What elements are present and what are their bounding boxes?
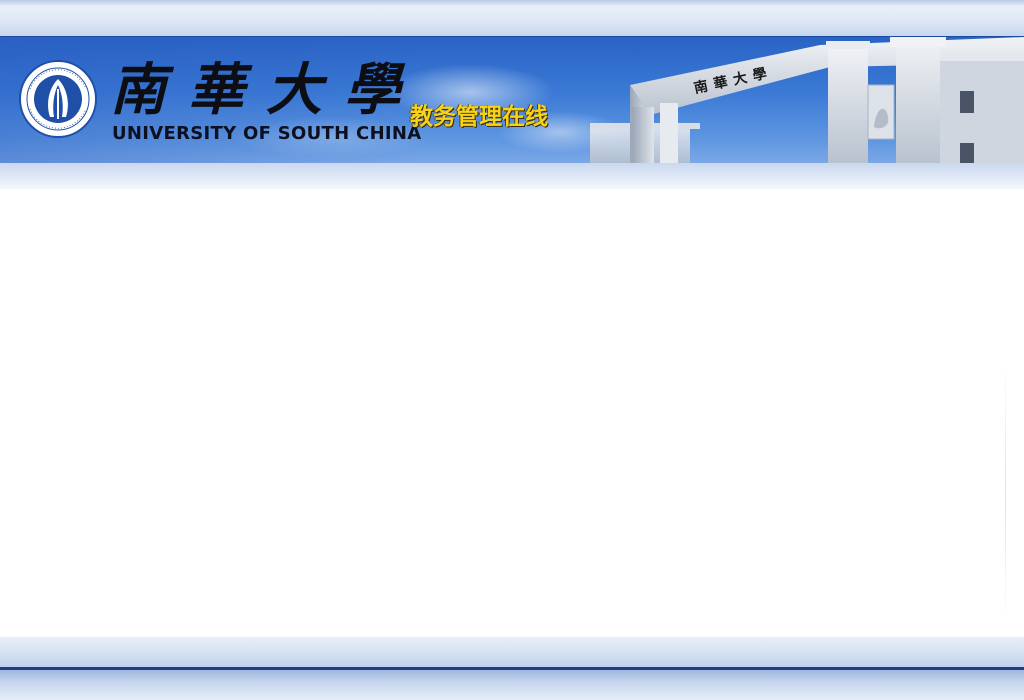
campus-gate-image: 南華大學: [590, 37, 1024, 163]
university-name-chinese: 南華大學: [110, 57, 422, 123]
header-banner: 南華大學 UNIVERSITY OF SOUTH CHINA 教务管理在线 南華…: [0, 36, 1024, 164]
university-name-english: UNIVERSITY OF SOUTH CHINA: [112, 123, 422, 144]
top-edge: [0, 0, 1024, 6]
main-content-area: [0, 189, 1024, 637]
footer-band: [0, 637, 1024, 667]
top-strip: [0, 0, 1024, 36]
university-seal-icon: [19, 60, 97, 138]
system-name: 教务管理在线: [410, 104, 548, 130]
page: 南華大學 UNIVERSITY OF SOUTH CHINA 教务管理在线 南華…: [0, 0, 1024, 700]
footer-bottom: [0, 670, 1024, 700]
header-sub-band: [0, 163, 1024, 189]
content-right-line: [1005, 359, 1006, 629]
